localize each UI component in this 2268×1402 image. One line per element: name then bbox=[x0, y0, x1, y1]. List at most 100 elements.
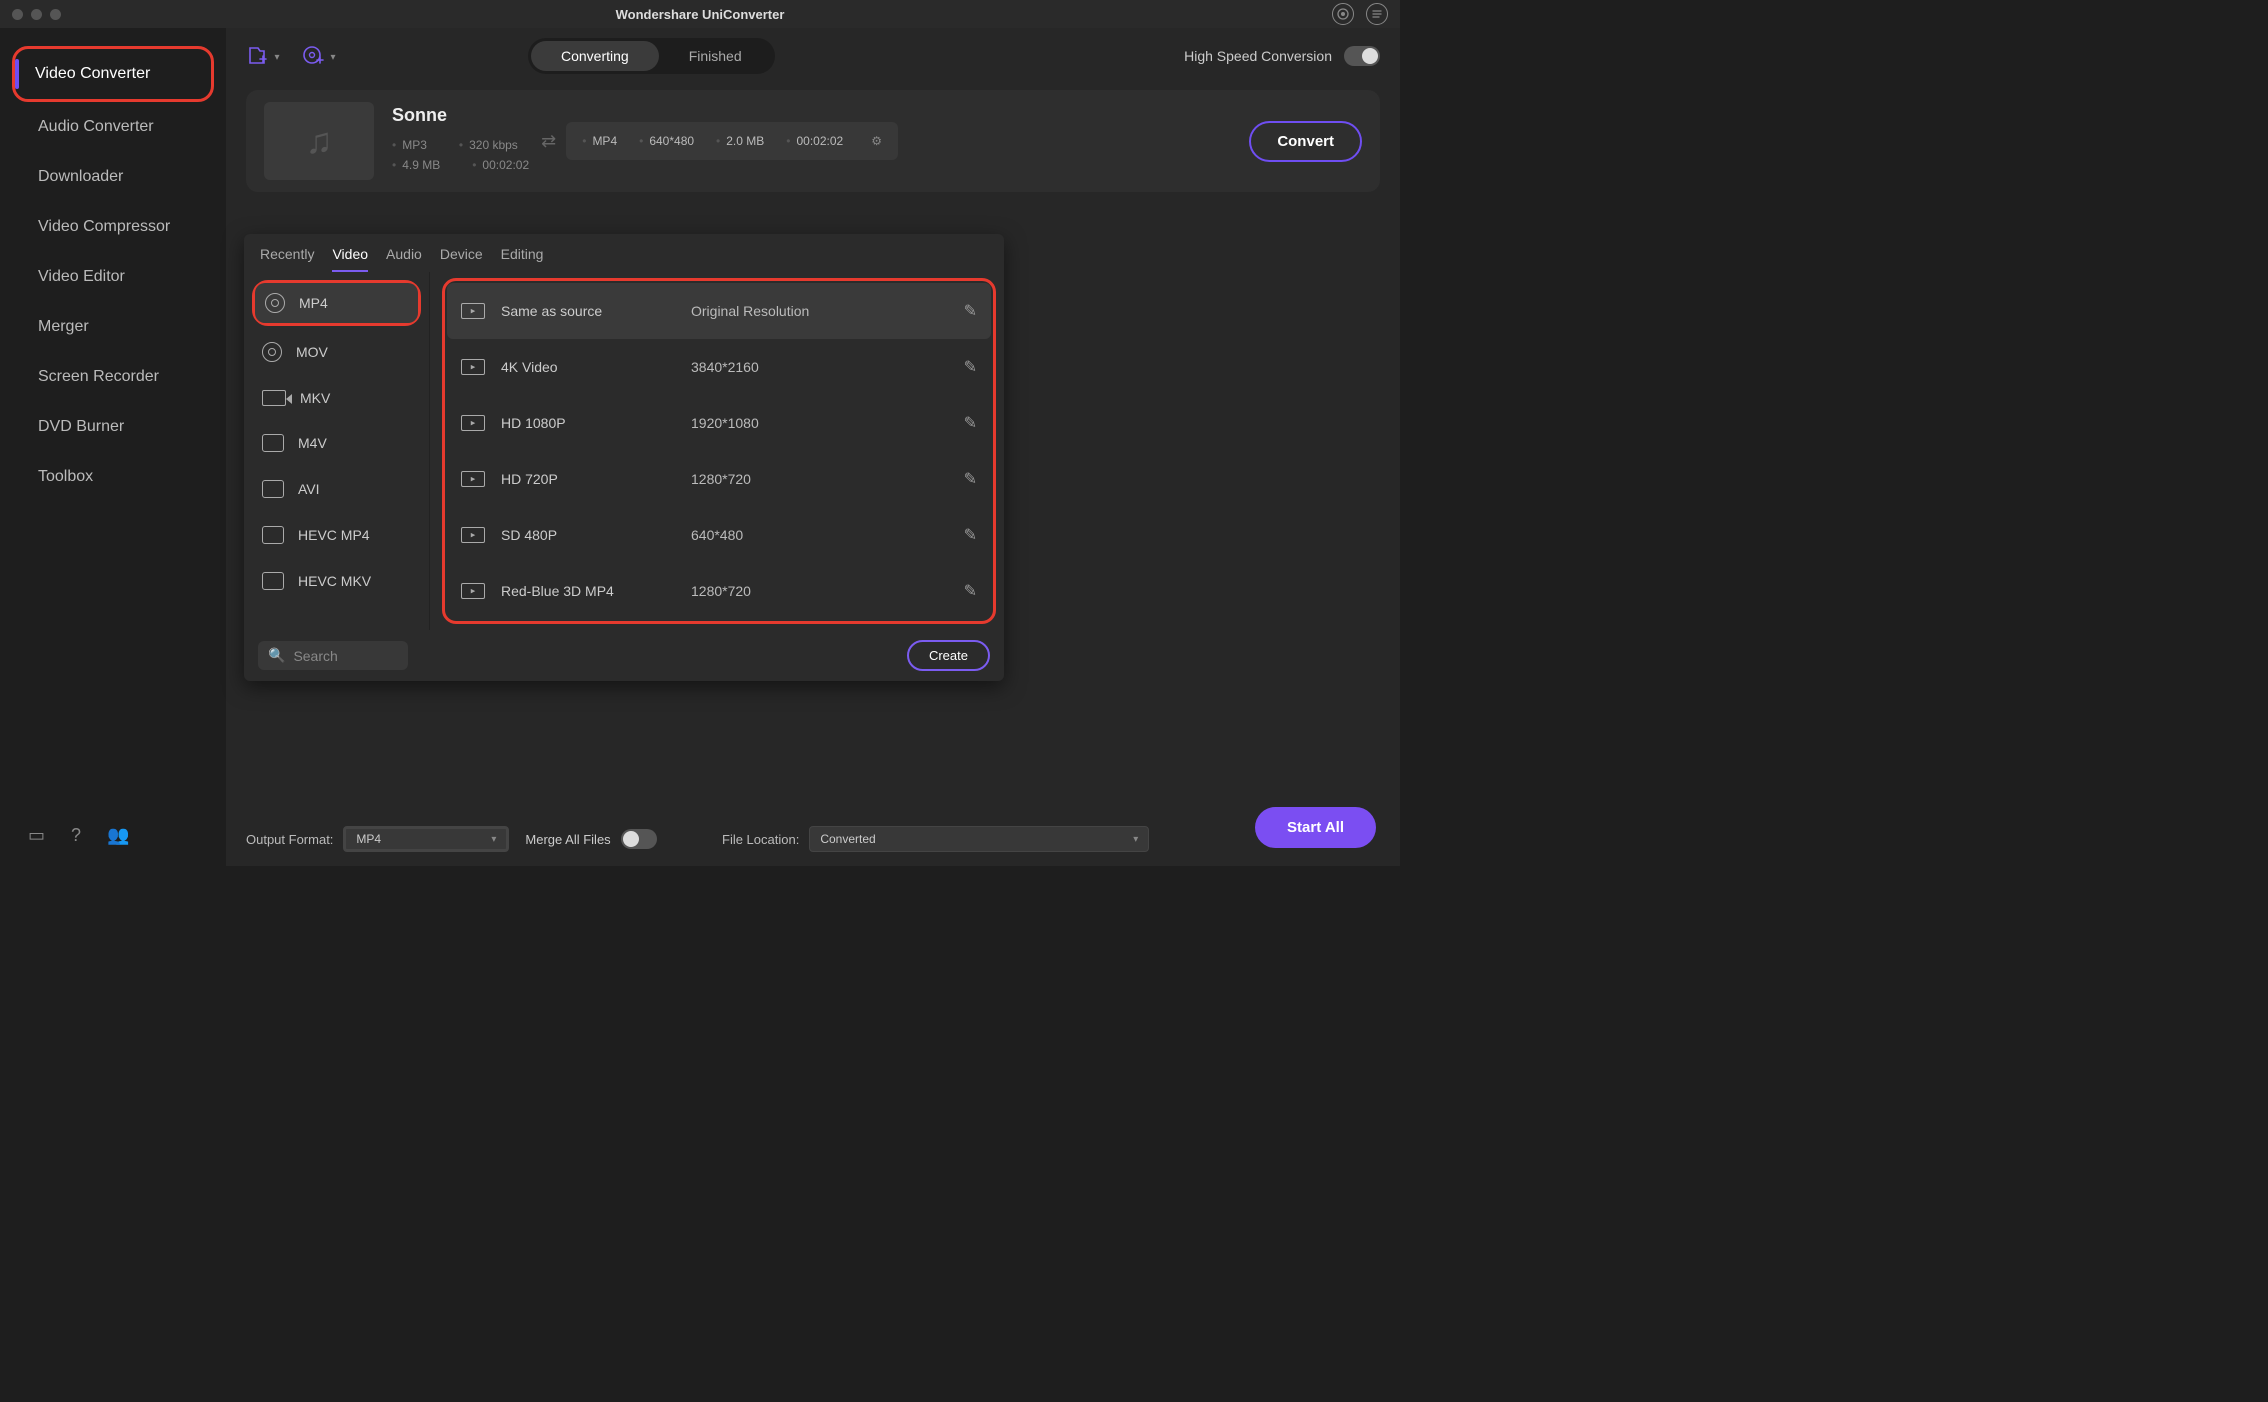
edit-icon[interactable]: ✎ bbox=[964, 301, 977, 321]
fmt-item-hevc-mp4[interactable]: HEVC MP4 bbox=[250, 512, 423, 558]
fmt-label: M4V bbox=[298, 435, 327, 451]
sidebar-item-screen-recorder[interactable]: Screen Recorder bbox=[0, 352, 226, 402]
output-format-label: Output Format: bbox=[246, 832, 333, 847]
search-placeholder: Search bbox=[293, 648, 337, 664]
fp-tab-device[interactable]: Device bbox=[440, 246, 483, 272]
sidebar-item-video-editor[interactable]: Video Editor bbox=[0, 252, 226, 302]
convert-button[interactable]: Convert bbox=[1249, 121, 1362, 162]
preset-1080p[interactable]: HD 1080P 1920*1080 ✎ bbox=[447, 395, 991, 451]
out-size: 2.0 MB bbox=[716, 134, 764, 148]
edit-icon[interactable]: ✎ bbox=[964, 413, 977, 433]
add-dvd-button[interactable]: ▾ bbox=[302, 39, 336, 73]
preset-3d-mp4[interactable]: Red-Blue 3D MP4 1280*720 ✎ bbox=[447, 563, 991, 619]
film-icon bbox=[262, 572, 284, 590]
sidebar-item-label: Screen Recorder bbox=[38, 368, 159, 385]
search-input[interactable]: 🔍 Search bbox=[258, 641, 408, 670]
src-size: 4.9 MB bbox=[392, 158, 440, 172]
window-traffic-lights bbox=[12, 9, 61, 20]
sidebar-item-video-converter[interactable]: Video Converter bbox=[15, 49, 211, 99]
fmt-label: MOV bbox=[296, 344, 328, 360]
merge-toggle[interactable] bbox=[621, 829, 657, 849]
preset-720p[interactable]: HD 720P 1280*720 ✎ bbox=[447, 451, 991, 507]
select-value: MP4 bbox=[356, 832, 381, 846]
start-all-button[interactable]: Start All bbox=[1255, 807, 1376, 848]
sidebar-item-audio-converter[interactable]: Audio Converter bbox=[0, 102, 226, 152]
sidebar-item-merger[interactable]: Merger bbox=[0, 302, 226, 352]
chevron-down-icon: ▾ bbox=[491, 834, 496, 845]
select-value: Converted bbox=[820, 832, 875, 846]
preset-same-as-source[interactable]: Same as source Original Resolution ✎ bbox=[447, 283, 991, 339]
video-icon bbox=[461, 303, 485, 319]
file-location-label: File Location: bbox=[722, 832, 799, 847]
gear-icon[interactable]: ⚙ bbox=[871, 134, 882, 148]
camcorder-icon bbox=[262, 390, 286, 406]
sidebar-item-toolbox[interactable]: Toolbox bbox=[0, 452, 226, 502]
film-icon bbox=[262, 480, 284, 498]
add-file-button[interactable]: ▾ bbox=[246, 39, 280, 73]
button-label: Start All bbox=[1287, 819, 1344, 836]
tab-label: Converting bbox=[561, 48, 629, 64]
fmt-item-mov[interactable]: MOV bbox=[250, 328, 423, 376]
arrow-icon: ⇄ bbox=[541, 131, 556, 152]
close-light[interactable] bbox=[12, 9, 23, 20]
sidebar-item-label: Downloader bbox=[38, 168, 123, 185]
tab-label: Audio bbox=[386, 246, 422, 262]
bottom-bar: Output Format: MP4 ▾ Merge All Files Fil… bbox=[226, 818, 1400, 866]
sidebar-item-label: Audio Converter bbox=[38, 118, 154, 135]
create-button[interactable]: Create bbox=[907, 640, 990, 671]
help-icon[interactable]: ? bbox=[71, 825, 81, 846]
account-icon[interactable] bbox=[1332, 3, 1354, 25]
preset-name: 4K Video bbox=[501, 359, 691, 375]
tab-label: Video bbox=[332, 246, 368, 262]
out-format: MP4 bbox=[582, 134, 617, 148]
fmt-item-avi[interactable]: AVI bbox=[250, 466, 423, 512]
fp-tab-video[interactable]: Video bbox=[332, 246, 368, 272]
zoom-light[interactable] bbox=[50, 9, 61, 20]
guide-icon[interactable]: ▭ bbox=[28, 825, 45, 846]
edit-icon[interactable]: ✎ bbox=[964, 357, 977, 377]
fp-tab-audio[interactable]: Audio bbox=[386, 246, 422, 272]
community-icon[interactable]: 👥 bbox=[107, 825, 129, 846]
edit-icon[interactable]: ✎ bbox=[964, 469, 977, 489]
tab-finished[interactable]: Finished bbox=[659, 41, 772, 71]
fmt-item-mkv[interactable]: MKV bbox=[250, 376, 423, 420]
button-label: Create bbox=[929, 648, 968, 663]
button-label: Convert bbox=[1277, 133, 1334, 150]
edit-icon[interactable]: ✎ bbox=[964, 525, 977, 545]
preset-480p[interactable]: SD 480P 640*480 ✎ bbox=[447, 507, 991, 563]
sidebar-item-label: Video Converter bbox=[35, 65, 150, 82]
preset-resolution: 1280*720 bbox=[691, 471, 964, 487]
output-summary[interactable]: MP4 640*480 2.0 MB 00:02:02 ⚙ bbox=[566, 122, 898, 160]
minimize-light[interactable] bbox=[31, 9, 42, 20]
file-thumbnail[interactable]: ♫ bbox=[264, 102, 374, 180]
sidebar-item-downloader[interactable]: Downloader bbox=[0, 152, 226, 202]
fp-tab-editing[interactable]: Editing bbox=[501, 246, 544, 272]
fmt-label: MP4 bbox=[299, 295, 328, 311]
output-format-select[interactable]: MP4 ▾ bbox=[343, 826, 509, 852]
preset-4k[interactable]: 4K Video 3840*2160 ✎ bbox=[447, 339, 991, 395]
edit-icon[interactable]: ✎ bbox=[964, 581, 977, 601]
sidebar-item-label: DVD Burner bbox=[38, 418, 124, 435]
preset-resolution: 640*480 bbox=[691, 527, 964, 543]
fmt-label: AVI bbox=[298, 481, 320, 497]
preset-name: Red-Blue 3D MP4 bbox=[501, 583, 691, 599]
high-speed-toggle[interactable] bbox=[1344, 46, 1380, 66]
fmt-item-hevc-mkv[interactable]: HEVC MKV bbox=[250, 558, 423, 604]
format-panel: Recently Video Audio Device Editing MP4 … bbox=[244, 234, 1004, 681]
chevron-down-icon: ▾ bbox=[330, 52, 335, 63]
preset-resolution: 1280*720 bbox=[691, 583, 964, 599]
film-icon bbox=[262, 526, 284, 544]
tab-label: Finished bbox=[689, 48, 742, 64]
fmt-item-mp4[interactable]: MP4 bbox=[255, 283, 418, 323]
sidebar-item-dvd-burner[interactable]: DVD Burner bbox=[0, 402, 226, 452]
fp-tab-recently[interactable]: Recently bbox=[260, 246, 314, 272]
chevron-down-icon: ▾ bbox=[274, 52, 279, 63]
feedback-icon[interactable] bbox=[1366, 3, 1388, 25]
tab-label: Recently bbox=[260, 246, 314, 262]
fmt-item-m4v[interactable]: M4V bbox=[250, 420, 423, 466]
sidebar-item-video-compressor[interactable]: Video Compressor bbox=[0, 202, 226, 252]
sidebar: Video Converter Audio Converter Download… bbox=[0, 28, 226, 866]
tab-converting[interactable]: Converting bbox=[531, 41, 659, 71]
file-location-select[interactable]: Converted ▾ bbox=[809, 826, 1149, 852]
src-format: MP3 bbox=[392, 138, 427, 152]
